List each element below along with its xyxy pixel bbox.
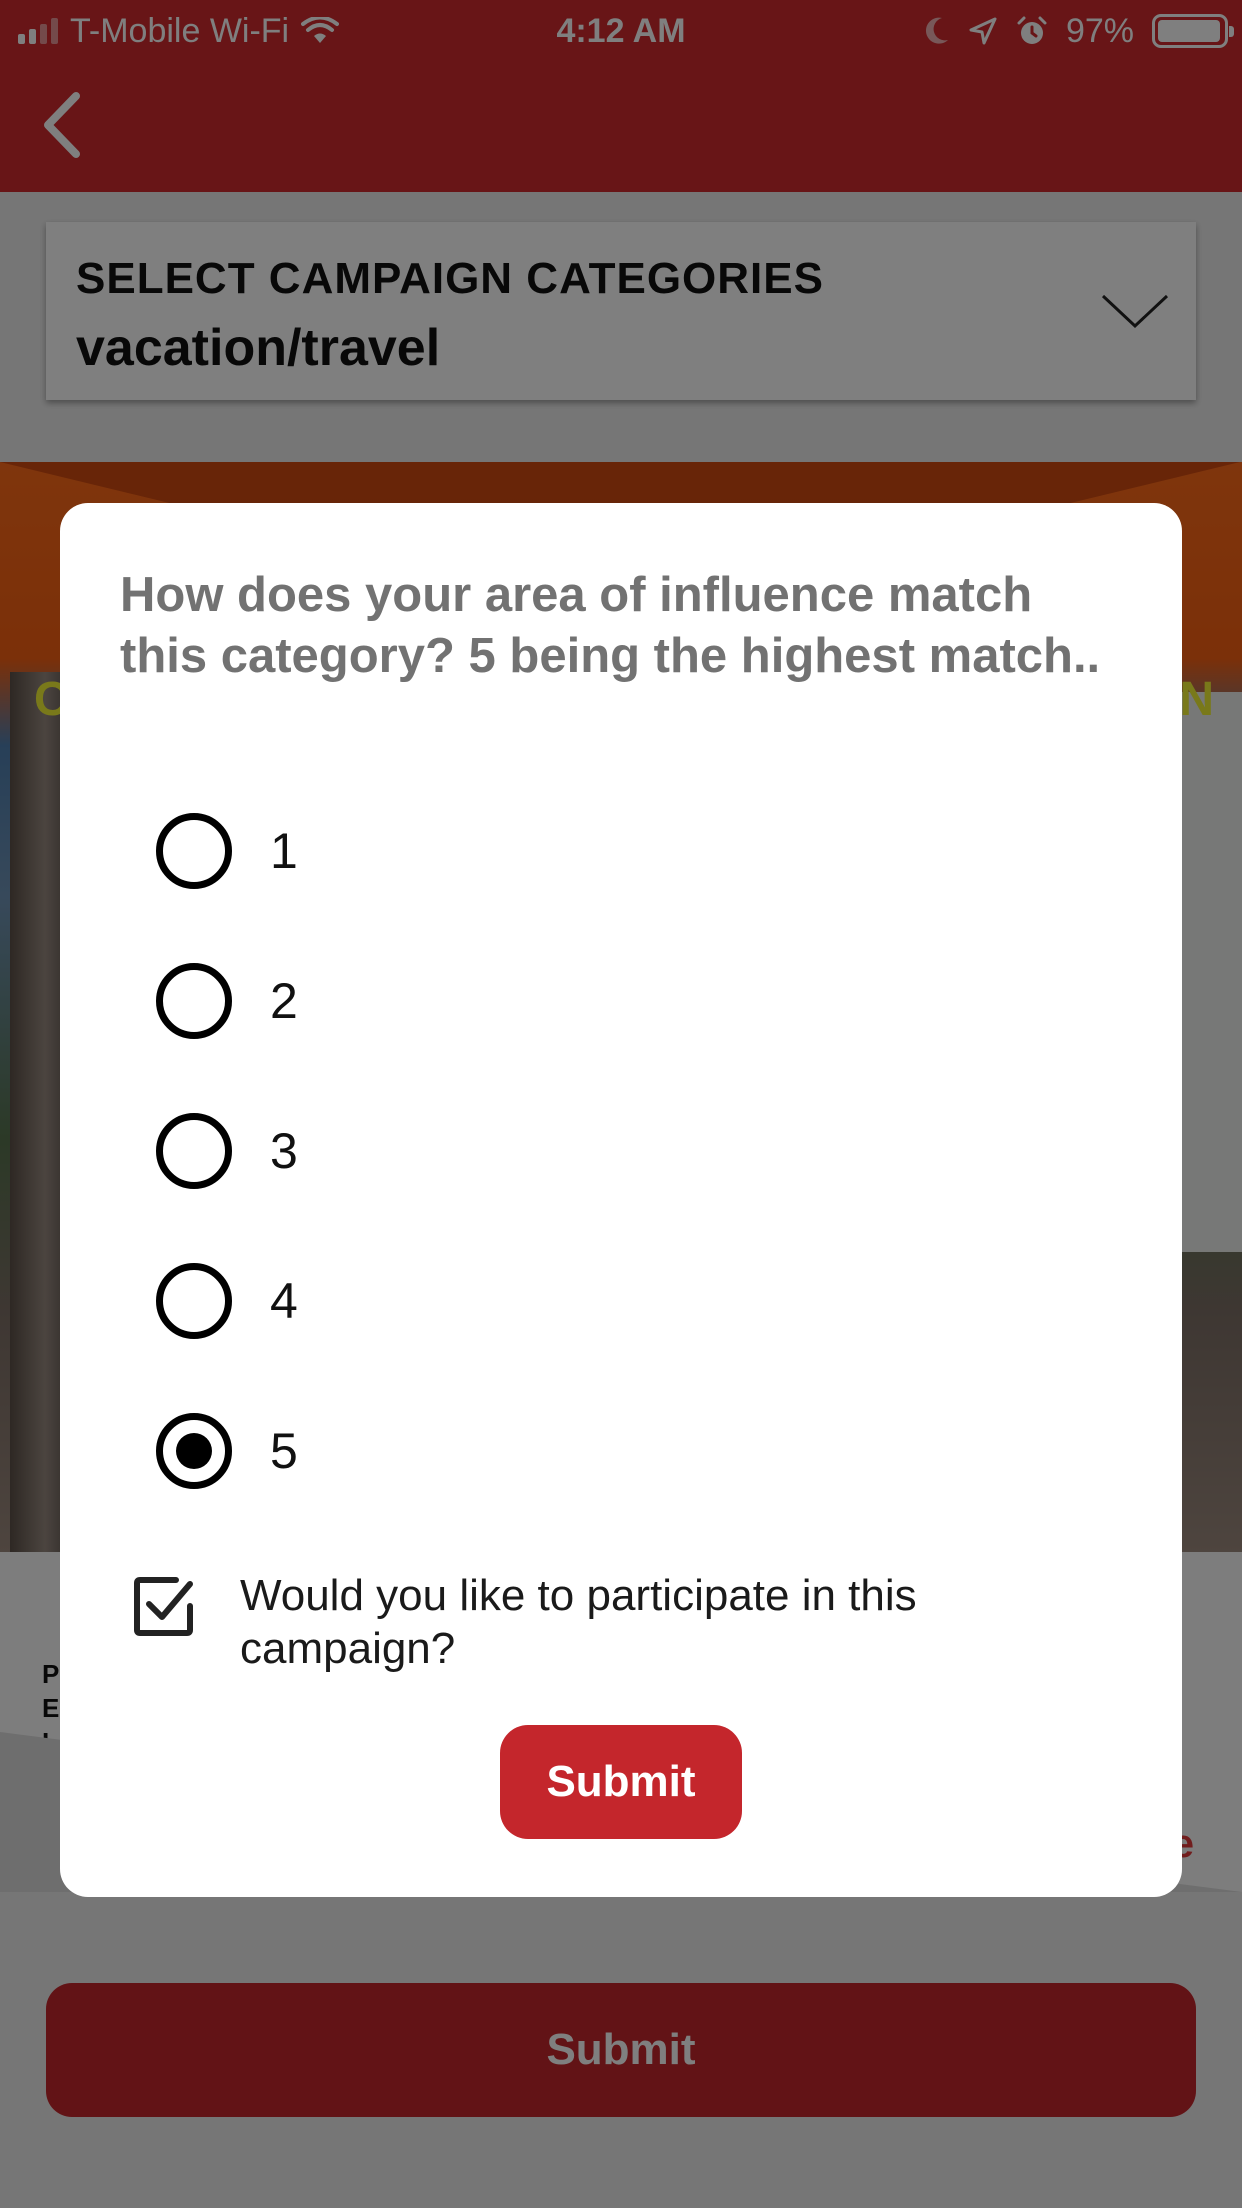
participate-row[interactable]: Would you like to participate in this ca… [132,1569,920,1675]
participate-checkbox[interactable] [132,1574,196,1638]
rating-option-label: 2 [270,973,298,1029]
radio-button[interactable] [156,813,232,889]
rating-option-4[interactable]: 4 [156,1261,298,1341]
rating-question: How does your area of influence match th… [120,568,1101,683]
rating-option-label: 4 [270,1273,298,1329]
radio-button[interactable] [156,963,232,1039]
rating-option-5[interactable]: 5 [156,1411,298,1491]
modal-submit-button[interactable]: Submit [500,1725,742,1839]
radio-button[interactable] [156,1413,232,1489]
participate-label: Would you like to participate in this ca… [240,1571,917,1673]
rating-option-2[interactable]: 2 [156,961,298,1041]
rating-option-label: 1 [270,823,298,879]
rating-option-1[interactable]: 1 [156,811,298,891]
radio-button[interactable] [156,1263,232,1339]
rating-option-label: 5 [270,1423,298,1479]
rating-option-3[interactable]: 3 [156,1111,298,1191]
radio-button[interactable] [156,1113,232,1189]
rating-dialog: How does your area of influence match th… [60,503,1182,1897]
rating-option-label: 3 [270,1123,298,1179]
